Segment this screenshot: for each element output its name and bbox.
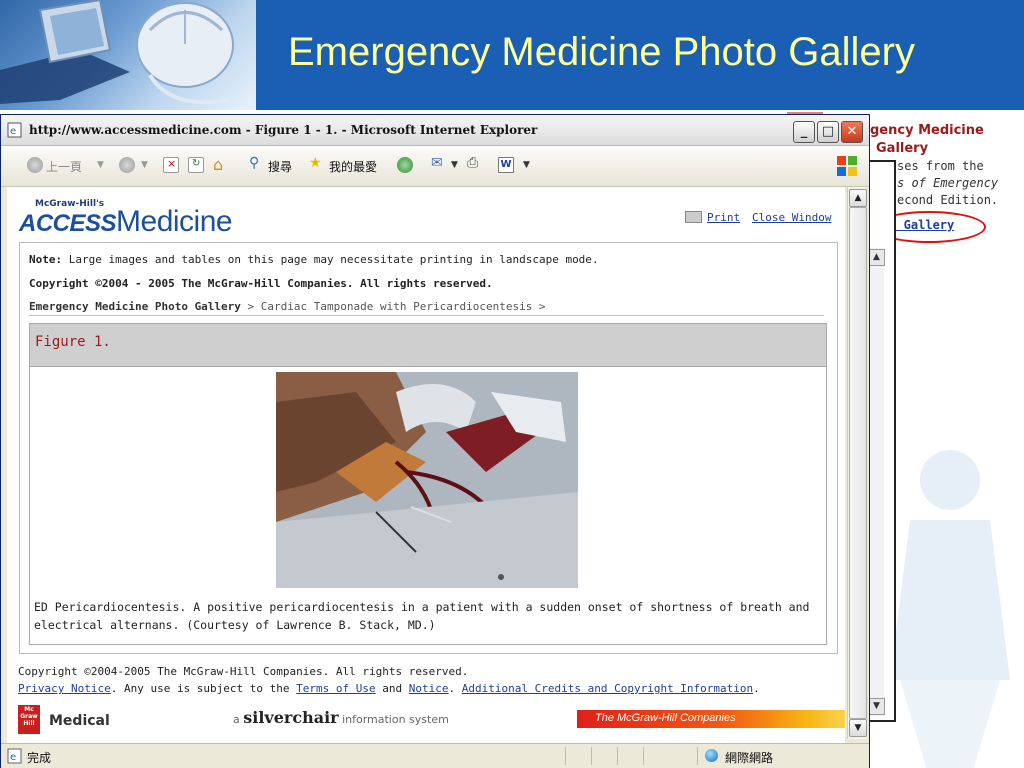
favorites-star-icon[interactable]: ★ bbox=[309, 155, 322, 171]
note-line: Note: Large images and tables on this pa… bbox=[29, 253, 599, 266]
history-icon[interactable] bbox=[397, 157, 413, 173]
forward-arrow-icon[interactable] bbox=[119, 157, 135, 173]
windows-logo-icon bbox=[837, 156, 857, 176]
mail-icon[interactable]: ✉ bbox=[431, 155, 443, 171]
footer-copyright: Copyright ©2004-2005 The McGraw-Hill Com… bbox=[18, 665, 469, 678]
search-button-label[interactable]: 搜尋 bbox=[268, 158, 292, 175]
background-text-line-1: ses from the bbox=[897, 159, 984, 173]
page-done-icon: e bbox=[7, 748, 22, 764]
search-icon[interactable]: ⚲ bbox=[249, 155, 259, 171]
mcgraw-hill-companies-banner[interactable]: The McGraw-Hill Companies bbox=[577, 710, 845, 728]
figure-box: Figure 1. ED Pericardiocentesis. A posit… bbox=[29, 323, 827, 645]
window-title: http://www.accessmedicine.com - Figure 1… bbox=[29, 123, 538, 137]
credits-link[interactable]: Additional Credits and Copyright Informa… bbox=[462, 682, 753, 695]
page-content: McGraw-Hill's ACCESSMedicine Print Close… bbox=[7, 187, 845, 747]
print-link[interactable]: Print bbox=[707, 211, 740, 224]
ie-toolbar: 上一頁 ▼ ▼ × ↻ ⌂ ⚲ 搜尋 ★ 我的最愛 ✉ ▼ ⎙ W ▼ bbox=[1, 146, 869, 187]
maximize-button[interactable]: □ bbox=[817, 121, 839, 143]
print-toolbar-icon[interactable]: ⎙ bbox=[467, 155, 478, 171]
ie-page-icon: e bbox=[7, 122, 22, 138]
close-window-link[interactable]: Close Window bbox=[752, 211, 831, 224]
close-button[interactable]: ✕ bbox=[841, 121, 863, 143]
background-scroll-up-icon[interactable]: ▲ bbox=[868, 249, 885, 266]
breadcrumb-divider bbox=[29, 315, 824, 316]
scroll-down-icon[interactable]: ▼ bbox=[849, 719, 867, 737]
printer-icon[interactable] bbox=[685, 211, 702, 223]
back-button-label[interactable]: 上一頁 bbox=[46, 158, 82, 175]
security-zone-label: 網際網路 bbox=[725, 751, 774, 765]
stop-icon[interactable]: × bbox=[163, 157, 179, 173]
copyright-top: Copyright ©2004 - 2005 The McGraw-Hill C… bbox=[29, 277, 493, 290]
figure-panel: Note: Large images and tables on this pa… bbox=[19, 242, 838, 654]
mail-dropdown-icon[interactable]: ▼ bbox=[451, 160, 458, 170]
silverchair-credit[interactable]: a silverchair information system bbox=[233, 708, 449, 727]
word-edit-icon[interactable]: W bbox=[498, 157, 514, 173]
minimize-button[interactable]: _ bbox=[793, 121, 815, 143]
header-laptop-mouse-image bbox=[0, 0, 256, 110]
breadcrumb-home-link[interactable]: Emergency Medicine Photo Gallery bbox=[29, 300, 241, 313]
forward-dropdown-icon[interactable]: ▼ bbox=[141, 160, 148, 170]
home-icon[interactable]: ⌂ bbox=[213, 155, 223, 174]
footer-links: Privacy Notice. Any use is subject to th… bbox=[18, 682, 760, 695]
background-text-line-3: econd Edition. bbox=[897, 193, 999, 207]
medical-label: Medical bbox=[49, 713, 110, 729]
edit-dropdown-icon[interactable]: ▼ bbox=[523, 160, 530, 170]
back-dropdown-icon[interactable]: ▼ bbox=[97, 160, 104, 170]
ie-window: e http://www.accessmedicine.com - Figure… bbox=[0, 114, 870, 768]
status-divider bbox=[697, 747, 698, 765]
window-titlebar[interactable]: e http://www.accessmedicine.com - Figure… bbox=[1, 115, 869, 146]
breadcrumb: Emergency Medicine Photo Gallery > Cardi… bbox=[29, 300, 546, 313]
figure-title: Figure 1. bbox=[35, 334, 111, 350]
access-medicine-logo[interactable]: ACCESSMedicine bbox=[19, 205, 233, 239]
internet-globe-icon bbox=[705, 749, 718, 762]
svg-text:e: e bbox=[10, 752, 16, 763]
scroll-up-icon[interactable]: ▲ bbox=[849, 189, 867, 207]
svg-text:e: e bbox=[10, 126, 16, 137]
back-arrow-icon[interactable] bbox=[27, 157, 43, 173]
status-divider bbox=[643, 747, 644, 765]
terms-of-use-link[interactable]: Terms of Use bbox=[296, 682, 375, 695]
scroll-thumb[interactable] bbox=[849, 207, 867, 719]
status-bar: e 完成 網際網路 bbox=[1, 743, 869, 768]
pericardiocentesis-photo bbox=[276, 372, 578, 588]
status-divider bbox=[591, 747, 592, 765]
status-divider bbox=[617, 747, 618, 765]
background-page-title: gency Medicine Gallery bbox=[870, 123, 984, 156]
background-scroll-down-icon[interactable]: ▼ bbox=[868, 698, 885, 715]
favorites-button-label[interactable]: 我的最愛 bbox=[329, 158, 377, 175]
page-scrollbar[interactable]: ▲ ▼ bbox=[847, 187, 867, 739]
background-text-line-2: s of Emergency bbox=[897, 176, 999, 190]
refresh-icon[interactable]: ↻ bbox=[188, 157, 204, 173]
slide-header: Emergency Medicine Photo Gallery bbox=[0, 0, 1024, 110]
slide-title: Emergency Medicine Photo Gallery bbox=[288, 30, 915, 74]
figure-caption: ED Pericardiocentesis. A positive perica… bbox=[34, 600, 810, 632]
privacy-notice-link[interactable]: Privacy Notice bbox=[18, 682, 111, 695]
figure-header: Figure 1. bbox=[30, 324, 826, 367]
status-divider bbox=[565, 747, 566, 765]
notice-link[interactable]: Notice bbox=[409, 682, 449, 695]
mcgraw-hill-logo[interactable]: Mc Graw Hill bbox=[18, 705, 40, 734]
status-text: 完成 bbox=[27, 751, 52, 765]
